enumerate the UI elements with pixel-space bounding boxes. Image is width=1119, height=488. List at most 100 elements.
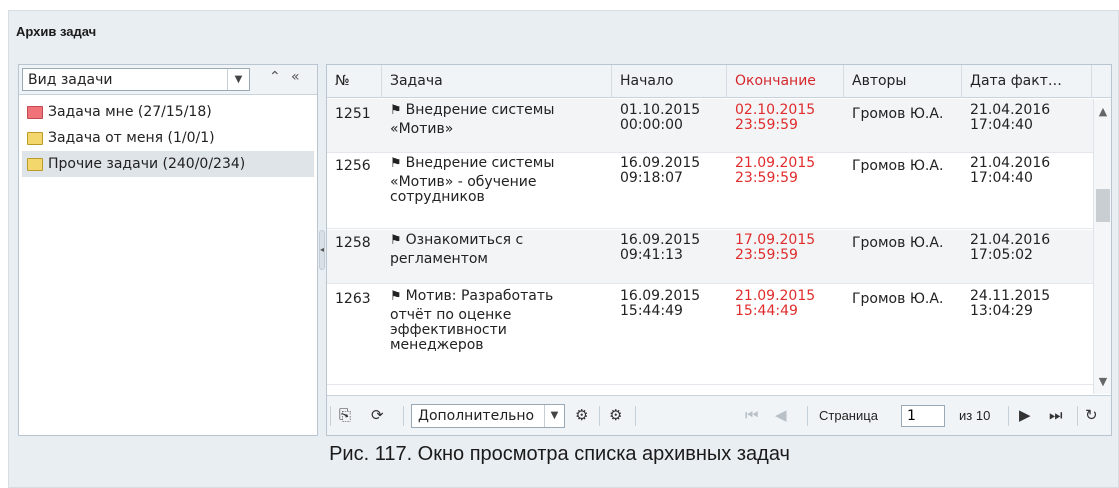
end-date: 21.09.2015 bbox=[735, 155, 816, 171]
folder-icon bbox=[27, 157, 43, 171]
separator bbox=[403, 406, 404, 426]
chevron-down-icon[interactable]: ▼ bbox=[227, 69, 249, 90]
tree-item-assigned-by-me[interactable]: Задача от меня (1/0/1) bbox=[22, 125, 314, 151]
grid-body: 1251 ⚑ Внедрение системы «Мотив» 01.10.20… bbox=[327, 99, 1094, 394]
end-time: 23:59:59 bbox=[735, 247, 798, 263]
end-time: 23:59:59 bbox=[735, 117, 798, 133]
next-page-icon[interactable]: ▶ bbox=[1019, 406, 1031, 424]
row-number: 1251 bbox=[335, 106, 371, 122]
separator bbox=[807, 406, 808, 426]
collapse-panel-icon[interactable]: « bbox=[291, 69, 300, 85]
start-time: 00:00:00 bbox=[620, 117, 683, 133]
start-cell: 16.09.2015 09:41:13 bbox=[620, 233, 700, 263]
left-toolbar: Вид задачи ▼ ⌃ « bbox=[19, 65, 317, 95]
settings-refresh-icon[interactable]: ⚙ bbox=[575, 406, 588, 424]
start-date: 16.09.2015 bbox=[620, 232, 701, 248]
page-label: Страница bbox=[819, 408, 878, 423]
flag-icon: ⚑ bbox=[390, 156, 402, 171]
scroll-down-icon[interactable]: ▼ bbox=[1094, 375, 1112, 388]
fact-date: 21.04.2016 bbox=[970, 155, 1051, 171]
tasks-grid: № Задача Начало Окончание Авторы Дата фа… bbox=[326, 64, 1112, 436]
task-type-panel: Вид задачи ▼ ⌃ « Задача мне (27/15/18) З… bbox=[18, 64, 318, 436]
start-cell: 16.09.2015 09:18:07 bbox=[620, 156, 700, 186]
separator bbox=[635, 406, 636, 426]
fact-date: 21.04.2016 bbox=[970, 102, 1051, 118]
task-title: отчёт по оценке bbox=[390, 307, 512, 323]
folder-icon bbox=[27, 131, 43, 145]
figure-caption: Рис. 117. Окно просмотра списка архивных… bbox=[329, 443, 790, 465]
grid-header: № Задача Начало Окончание Авторы Дата фа… bbox=[327, 65, 1111, 98]
end-cell: 21.09.2015 23:59:59 bbox=[735, 156, 815, 186]
splitter-handle[interactable]: ◂ bbox=[319, 230, 325, 270]
scroll-up-icon[interactable]: ▲ bbox=[1094, 105, 1112, 118]
table-row[interactable]: 1258 ⚑ Ознакомиться с регламентом 16.09.2… bbox=[327, 230, 1094, 284]
task-cell[interactable]: ⚑ Внедрение системы «Мотив» - обучение со… bbox=[390, 156, 595, 205]
separator bbox=[330, 406, 331, 426]
fact-date: 24.11.2015 bbox=[970, 288, 1051, 304]
task-type-combo[interactable]: Вид задачи ▼ bbox=[22, 68, 250, 91]
separator bbox=[1008, 406, 1009, 426]
clear-filter-icon[interactable]: ⎘ bbox=[339, 406, 351, 424]
flag-icon: ⚑ bbox=[390, 103, 402, 118]
fact-date-cell: 24.11.2015 13:04:29 bbox=[970, 289, 1050, 319]
collapse-all-icon[interactable]: ⌃ bbox=[269, 69, 281, 85]
scroll-thumb[interactable] bbox=[1096, 189, 1110, 222]
task-cell[interactable]: ⚑ Мотив: Разработать отчёт по оценке эффе… bbox=[390, 289, 595, 353]
task-title: Внедрение системы bbox=[405, 155, 555, 171]
table-row[interactable]: 1251 ⚑ Внедрение системы «Мотив» 01.10.20… bbox=[327, 99, 1094, 153]
grid-footer-toolbar: ⎘ ⟳ Дополнительно ▼ ⚙ ⚙ ⏮ ◀ Страница из … bbox=[327, 395, 1111, 435]
fact-date-cell: 21.04.2016 17:04:40 bbox=[970, 156, 1050, 186]
page-number-input[interactable] bbox=[901, 405, 945, 427]
flag-icon: ⚑ bbox=[390, 233, 402, 248]
end-date: 21.09.2015 bbox=[735, 288, 816, 304]
refresh-icon[interactable]: ↻ bbox=[1085, 406, 1098, 424]
first-page-icon[interactable]: ⏮ bbox=[745, 406, 759, 424]
task-title: эффективности bbox=[390, 322, 507, 338]
start-date: 01.10.2015 bbox=[620, 102, 701, 118]
row-number: 1258 bbox=[335, 235, 371, 251]
task-title: «Мотив» bbox=[390, 121, 454, 137]
column-header-authors[interactable]: Авторы bbox=[844, 65, 962, 98]
end-date: 02.10.2015 bbox=[735, 102, 816, 118]
column-header-task[interactable]: Задача bbox=[382, 65, 612, 98]
start-time: 15:44:49 bbox=[620, 303, 683, 319]
fact-time: 13:04:29 bbox=[970, 303, 1033, 319]
chevron-down-icon[interactable]: ▼ bbox=[544, 405, 564, 427]
end-date: 17.09.2015 bbox=[735, 232, 816, 248]
vertical-scrollbar[interactable]: ▲ ▼ bbox=[1093, 99, 1111, 394]
author-cell: Громов Ю.А. bbox=[852, 291, 944, 307]
end-cell: 17.09.2015 23:59:59 bbox=[735, 233, 815, 263]
start-time: 09:41:13 bbox=[620, 247, 683, 263]
column-header-number[interactable]: № bbox=[327, 65, 382, 98]
tree-item-assigned-to-me[interactable]: Задача мне (27/15/18) bbox=[22, 99, 314, 125]
tree-item-label: Прочие задачи (240/0/234) bbox=[48, 156, 246, 172]
separator bbox=[1077, 406, 1078, 426]
table-row[interactable]: 1256 ⚑ Внедрение системы «Мотив» - обучен… bbox=[327, 154, 1094, 229]
tree-item-other-tasks[interactable]: Прочие задачи (240/0/234) bbox=[22, 151, 314, 177]
start-date: 16.09.2015 bbox=[620, 155, 701, 171]
column-header-end[interactable]: Окончание bbox=[727, 65, 844, 98]
prev-page-icon[interactable]: ◀ bbox=[775, 406, 787, 424]
author-cell: Громов Ю.А. bbox=[852, 158, 944, 174]
flag-icon: ⚑ bbox=[390, 289, 402, 304]
additional-combo-value: Дополнительно bbox=[418, 408, 535, 424]
additional-combo[interactable]: Дополнительно ▼ bbox=[411, 404, 565, 428]
gear-icon[interactable]: ⚙ bbox=[609, 406, 622, 424]
folder-icon bbox=[27, 105, 43, 119]
task-title: менеджеров bbox=[390, 337, 484, 353]
column-header-fact-date[interactable]: Дата факт… bbox=[962, 65, 1092, 98]
page-total: из 10 bbox=[959, 408, 991, 423]
end-cell: 02.10.2015 23:59:59 bbox=[735, 103, 815, 133]
column-header-start[interactable]: Начало bbox=[612, 65, 727, 98]
task-title: Внедрение системы bbox=[405, 102, 555, 118]
fact-time: 17:04:40 bbox=[970, 117, 1033, 133]
start-date: 16.09.2015 bbox=[620, 288, 701, 304]
table-row[interactable]: 1263 ⚑ Мотив: Разработать отчёт по оценке… bbox=[327, 285, 1094, 385]
start-cell: 16.09.2015 15:44:49 bbox=[620, 289, 700, 319]
task-cell[interactable]: ⚑ Внедрение системы «Мотив» bbox=[390, 103, 595, 137]
task-title: Ознакомиться с bbox=[405, 232, 524, 248]
refresh-document-icon[interactable]: ⟳ bbox=[371, 406, 384, 424]
task-cell[interactable]: ⚑ Ознакомиться с регламентом bbox=[390, 233, 595, 267]
fact-date-cell: 21.04.2016 17:05:02 bbox=[970, 233, 1050, 263]
last-page-icon[interactable]: ⏭ bbox=[1049, 406, 1063, 424]
